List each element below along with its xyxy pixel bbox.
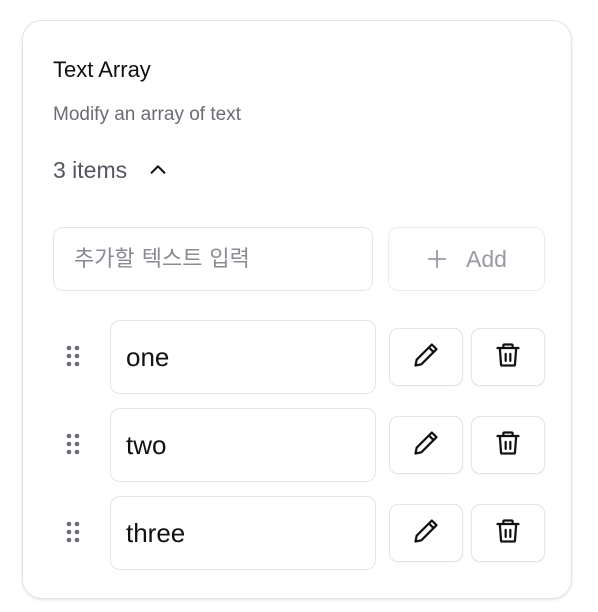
text-array-card: Text Array Modify an array of text 3 ite… <box>22 20 572 599</box>
list-item <box>53 320 545 394</box>
trash-icon <box>494 429 522 462</box>
item-text-input[interactable] <box>110 496 376 570</box>
edit-item-button[interactable] <box>389 416 463 474</box>
card-title: Text Array <box>53 57 151 82</box>
grip-vertical-icon[interactable] <box>65 344 81 368</box>
grip-vertical-icon[interactable] <box>65 520 81 544</box>
card-subtitle: Modify an array of text <box>53 104 241 125</box>
add-button[interactable]: Add <box>388 227 545 291</box>
trash-icon <box>494 341 522 374</box>
new-item-input[interactable] <box>53 227 373 291</box>
list-item <box>53 408 545 482</box>
item-text-input[interactable] <box>110 408 376 482</box>
chevron-up-icon[interactable] <box>147 159 169 181</box>
delete-item-button[interactable] <box>471 416 545 474</box>
pencil-icon <box>412 517 440 550</box>
add-button-label: Add <box>466 245 507 272</box>
delete-item-button[interactable] <box>471 328 545 386</box>
item-text-input[interactable] <box>110 320 376 394</box>
pencil-icon <box>412 341 440 374</box>
trash-icon <box>494 517 522 550</box>
delete-item-button[interactable] <box>471 504 545 562</box>
list-item <box>53 496 545 570</box>
items-toggle[interactable]: 3 items <box>53 155 169 185</box>
items-count: 3 items <box>53 156 128 183</box>
edit-item-button[interactable] <box>389 328 463 386</box>
grip-vertical-icon[interactable] <box>65 432 81 456</box>
pencil-icon <box>412 429 440 462</box>
edit-item-button[interactable] <box>389 504 463 562</box>
plus-icon <box>426 248 448 270</box>
